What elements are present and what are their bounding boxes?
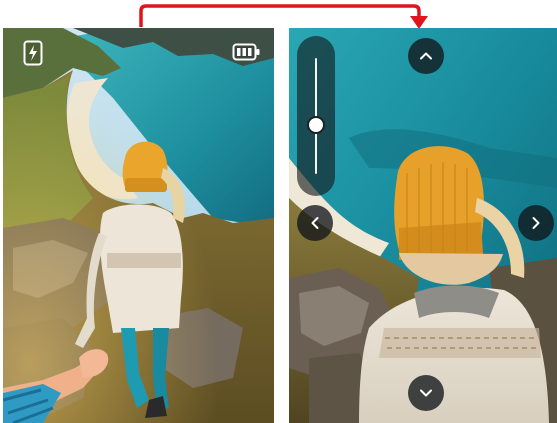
ui-comparison-canvas	[0, 0, 557, 423]
chevron-up-icon	[420, 52, 432, 60]
chevron-down-icon	[420, 389, 432, 397]
zoom-slider-thumb[interactable]	[307, 116, 325, 135]
chevron-right-icon	[532, 217, 540, 229]
hiker-photo	[3, 28, 274, 423]
chevron-right-button[interactable]	[518, 205, 554, 241]
flash-icon[interactable]	[23, 40, 43, 66]
camera-preview-left	[3, 28, 274, 423]
chevron-left-button[interactable]	[297, 205, 333, 241]
chevron-down-button[interactable]	[408, 375, 444, 411]
camera-preview-right	[289, 28, 557, 423]
battery-icon	[232, 43, 260, 61]
zoom-slider[interactable]	[297, 36, 335, 196]
chevron-left-icon	[311, 217, 319, 229]
chevron-up-button[interactable]	[408, 38, 444, 74]
